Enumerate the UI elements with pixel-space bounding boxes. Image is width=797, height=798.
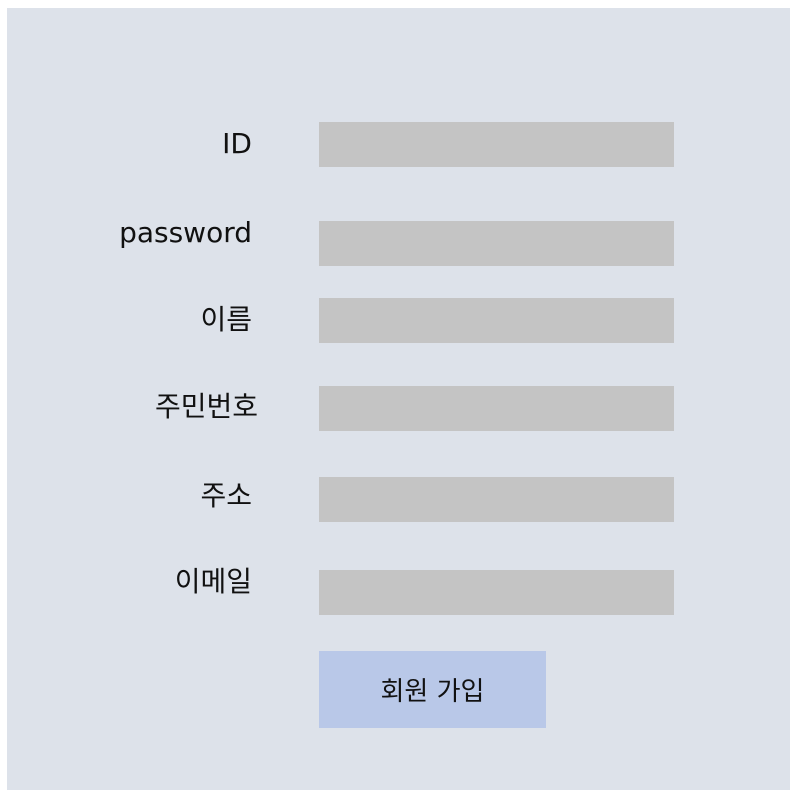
email-label: 이메일: [174, 565, 252, 598]
resident-number-input[interactable]: [319, 386, 674, 431]
address-input[interactable]: [319, 477, 674, 522]
name-label: 이름: [200, 303, 252, 336]
password-input[interactable]: [319, 221, 674, 266]
id-input[interactable]: [319, 122, 674, 167]
password-label: password: [119, 216, 252, 249]
signup-form: ID password 이름 주민번호 주소 이메일 회원 가입: [7, 8, 790, 790]
name-input[interactable]: [319, 298, 674, 343]
id-label: ID: [222, 127, 252, 160]
signup-button[interactable]: 회원 가입: [319, 651, 546, 728]
address-label: 주소: [200, 479, 252, 512]
resident-number-label: 주민번호: [154, 390, 258, 423]
email-input[interactable]: [319, 570, 674, 615]
